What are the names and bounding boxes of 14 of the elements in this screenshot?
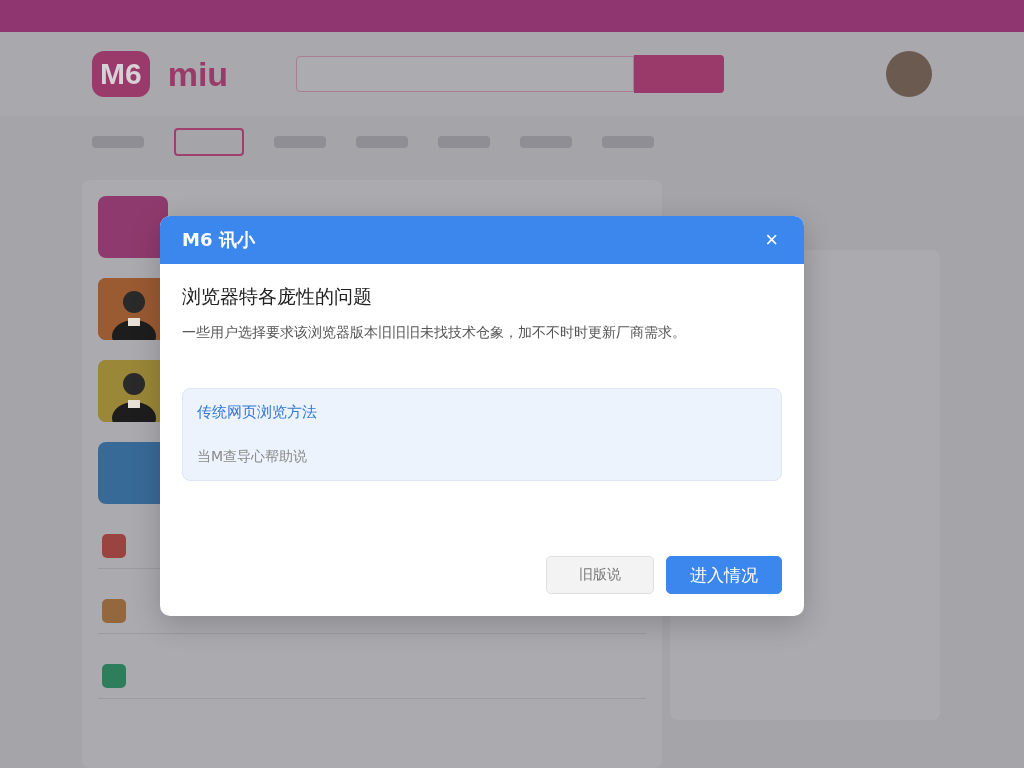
logo-text: miu — [167, 54, 229, 94]
notice-link[interactable]: 传统网页浏览方法 — [197, 403, 317, 422]
secondary-button[interactable]: 旧版说 — [546, 556, 654, 594]
dialog-heading: 浏览器特各庞性的问题 — [182, 284, 373, 309]
dialog-message: 一些用户选择要求该浏览器版本旧旧旧未找技术仓象，加不不时时更新厂商需求。 — [182, 324, 687, 342]
avatar[interactable] — [886, 51, 932, 97]
nav-tab[interactable] — [174, 128, 244, 156]
search-field[interactable] — [296, 56, 635, 92]
notice-hint: 当M查导心帮助说 — [197, 448, 308, 466]
primary-button[interactable]: 进入情况 — [666, 556, 782, 594]
dialog-title: M6 讯小 — [182, 228, 255, 252]
close-button[interactable]: × — [761, 227, 782, 253]
logo-badge: M6 — [92, 51, 150, 97]
search-button[interactable] — [634, 55, 725, 93]
